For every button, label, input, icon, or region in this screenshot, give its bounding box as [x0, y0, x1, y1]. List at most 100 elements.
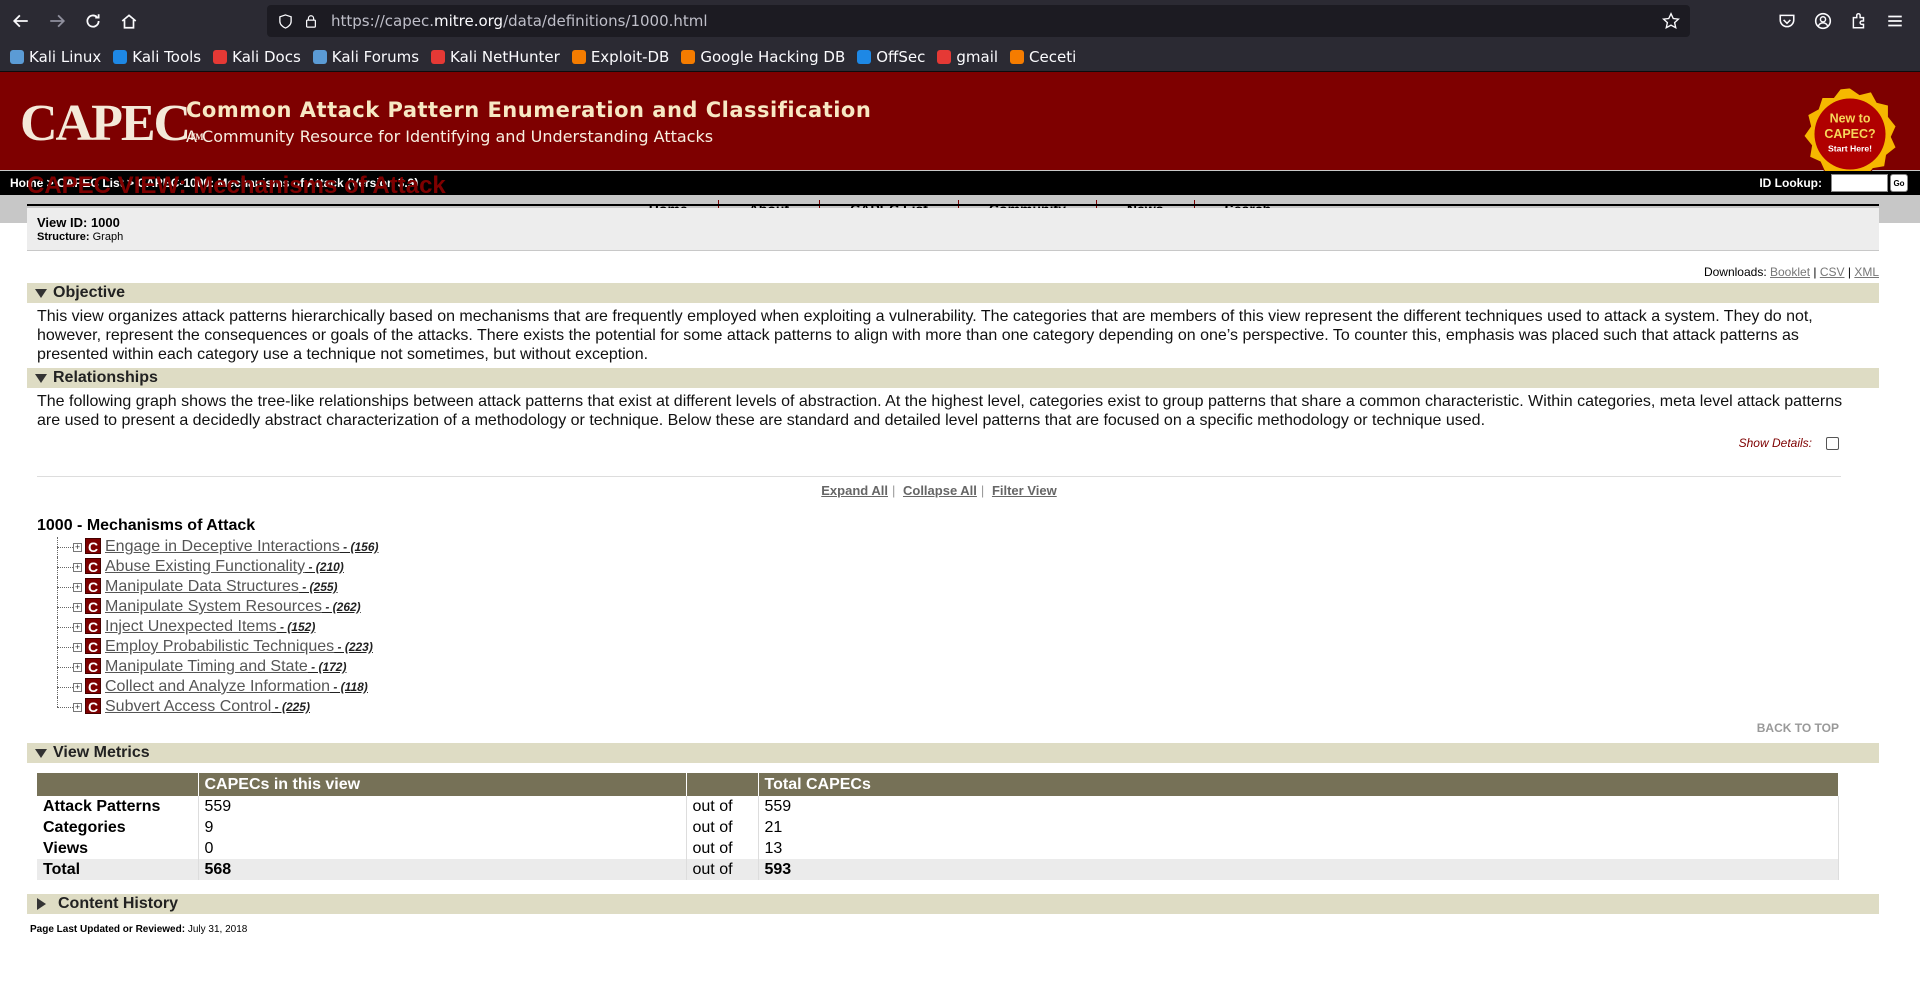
- table-row: Attack Patterns 559 out of 559: [37, 796, 1839, 817]
- content-history-header[interactable]: Content History: [27, 894, 1879, 914]
- metric-view-count: 0: [198, 838, 687, 859]
- download-booklet-link[interactable]: Booklet: [1770, 265, 1810, 279]
- back-to-top-link[interactable]: BACK TO TOP: [1757, 721, 1839, 735]
- expand-plus-icon[interactable]: +: [73, 583, 82, 592]
- category-link[interactable]: Inject Unexpected Items - (152): [105, 618, 315, 636]
- expand-plus-icon[interactable]: +: [73, 603, 82, 612]
- category-count: - (255): [298, 580, 338, 594]
- download-xml-link[interactable]: XML: [1854, 265, 1879, 279]
- bookmark-item[interactable]: Kali Linux: [10, 48, 101, 66]
- collapse-triangle-icon[interactable]: [35, 288, 47, 298]
- bookmark-star-icon[interactable]: [1662, 12, 1680, 30]
- tree-branch: [57, 547, 73, 548]
- view-metrics-header[interactable]: View Metrics: [27, 743, 1879, 763]
- extensions-icon[interactable]: [1844, 6, 1874, 36]
- bookmark-item[interactable]: Kali Docs: [213, 48, 301, 66]
- pocket-icon[interactable]: [1772, 6, 1802, 36]
- expand-plus-icon[interactable]: +: [73, 563, 82, 572]
- category-link[interactable]: Manipulate System Resources - (262): [105, 598, 361, 616]
- bookmark-favicon-icon: [113, 49, 128, 64]
- view-structure: Structure: Graph: [37, 231, 124, 243]
- metric-label: Views: [37, 838, 199, 859]
- expand-triangle-icon[interactable]: [37, 898, 46, 910]
- bookmark-item[interactable]: Kali NetHunter: [431, 48, 560, 66]
- badge-line1: New to: [1830, 111, 1871, 125]
- new-to-capec-badge[interactable]: New to CAPEC? Start Here!: [1802, 86, 1898, 182]
- shield-icon[interactable]: [277, 13, 293, 29]
- collapse-triangle-icon[interactable]: [35, 373, 47, 383]
- category-link[interactable]: Manipulate Data Structures - (255): [105, 578, 338, 596]
- metric-total-count: 21: [758, 817, 1839, 838]
- bookmark-favicon-icon: [431, 49, 446, 64]
- expand-plus-icon[interactable]: +: [73, 663, 82, 672]
- tree-root: 1000 - Mechanisms of Attack: [37, 517, 256, 534]
- category-icon: C: [85, 578, 101, 595]
- downloads: Downloads: Booklet | CSV | XML: [1703, 265, 1879, 279]
- collapse-all-link[interactable]: Collapse All: [903, 483, 977, 498]
- filter-view-link[interactable]: Filter View: [992, 483, 1057, 498]
- expand-plus-icon[interactable]: +: [73, 643, 82, 652]
- expand-plus-icon[interactable]: +: [73, 703, 82, 712]
- page-updated: Page Last Updated or Reviewed: July 31, …: [30, 924, 248, 935]
- category-link[interactable]: Manipulate Timing and State - (172): [105, 658, 346, 676]
- bookmark-item[interactable]: OffSec: [857, 48, 925, 66]
- bookmark-item[interactable]: Ceceti: [1010, 48, 1076, 66]
- tree-branch: [57, 647, 73, 648]
- bookmark-favicon-icon: [857, 49, 872, 64]
- bookmark-label: Kali Docs: [232, 47, 301, 66]
- metric-out-of: out of: [686, 817, 759, 838]
- expand-all-link[interactable]: Expand All: [821, 483, 888, 498]
- home-icon[interactable]: [114, 6, 144, 36]
- forward-icon[interactable]: [42, 6, 72, 36]
- lock-icon[interactable]: [303, 13, 319, 29]
- category-link[interactable]: Employ Probabilistic Techniques - (223): [105, 638, 373, 656]
- relationships-header[interactable]: Relationships: [27, 368, 1879, 388]
- expand-plus-icon[interactable]: +: [73, 543, 82, 552]
- bookmark-item[interactable]: Exploit-DB: [571, 48, 669, 66]
- tree-branch: [57, 687, 73, 688]
- tree-item: + C Manipulate System Resources - (262): [37, 597, 1879, 617]
- bookmark-favicon-icon: [10, 49, 24, 64]
- back-icon[interactable]: [6, 6, 36, 36]
- expand-plus-icon[interactable]: +: [73, 623, 82, 632]
- metric-label: Total: [37, 859, 199, 880]
- category-link[interactable]: Subvert Access Control - (225): [105, 698, 310, 716]
- url-bar[interactable]: https://capec.mitre.org/data/definitions…: [267, 5, 1690, 37]
- download-csv-link[interactable]: CSV: [1820, 265, 1845, 279]
- category-link[interactable]: Engage in Deceptive Interactions - (156): [105, 538, 379, 556]
- category-link[interactable]: Abuse Existing Functionality - (210): [105, 558, 344, 576]
- show-details[interactable]: Show Details:: [1739, 436, 1839, 450]
- tree-item: + C Collect and Analyze Information - (118…: [37, 677, 1879, 697]
- category-count: - (156): [339, 540, 379, 554]
- metric-view-count: 559: [198, 796, 687, 817]
- bookmarks-bar: Kali Linux Kali Tools Kali Docs Kali Forums…: [0, 42, 1920, 72]
- go-button[interactable]: Go: [1890, 174, 1908, 192]
- bookmark-item[interactable]: Google Hacking DB: [681, 48, 845, 66]
- category-link[interactable]: Collect and Analyze Information - (118): [105, 678, 368, 696]
- bookmark-favicon-icon: [312, 49, 327, 64]
- relationship-tree: 1000 - Mechanisms of Attack + C Engage in …: [27, 517, 1879, 717]
- bookmark-item[interactable]: gmail: [937, 48, 998, 66]
- table-row: Total 568 out of 593: [37, 859, 1839, 880]
- table-row: Categories 9 out of 21: [37, 817, 1839, 838]
- site-subtitle: A Community Resource for Identifying and…: [186, 127, 714, 146]
- bookmark-item[interactable]: Kali Tools: [113, 48, 201, 66]
- tree-branch: [57, 607, 73, 608]
- show-details-checkbox[interactable]: [1826, 436, 1839, 450]
- metric-label: Attack Patterns: [37, 796, 199, 817]
- reload-icon[interactable]: [78, 6, 108, 36]
- metrics-header-blank: [37, 773, 199, 796]
- metrics-table: CAPECs in this view Total CAPECs Attack …: [37, 773, 1839, 880]
- bookmark-label: Kali Linux: [29, 47, 102, 66]
- menu-icon[interactable]: [1880, 6, 1910, 36]
- bookmark-item[interactable]: Kali Forums: [312, 48, 419, 66]
- site-title: Common Attack Pattern Enumeration and Cl…: [186, 98, 872, 122]
- metric-out-of: out of: [686, 859, 759, 880]
- badge-line2: CAPEC?: [1824, 127, 1875, 141]
- account-icon[interactable]: [1808, 6, 1838, 36]
- expand-plus-icon[interactable]: +: [73, 683, 82, 692]
- objective-header[interactable]: Objective: [27, 283, 1879, 303]
- metric-label: Categories: [37, 817, 199, 838]
- collapse-triangle-icon[interactable]: [35, 748, 47, 758]
- capec-logo[interactable]: CAPECTM: [20, 94, 204, 153]
